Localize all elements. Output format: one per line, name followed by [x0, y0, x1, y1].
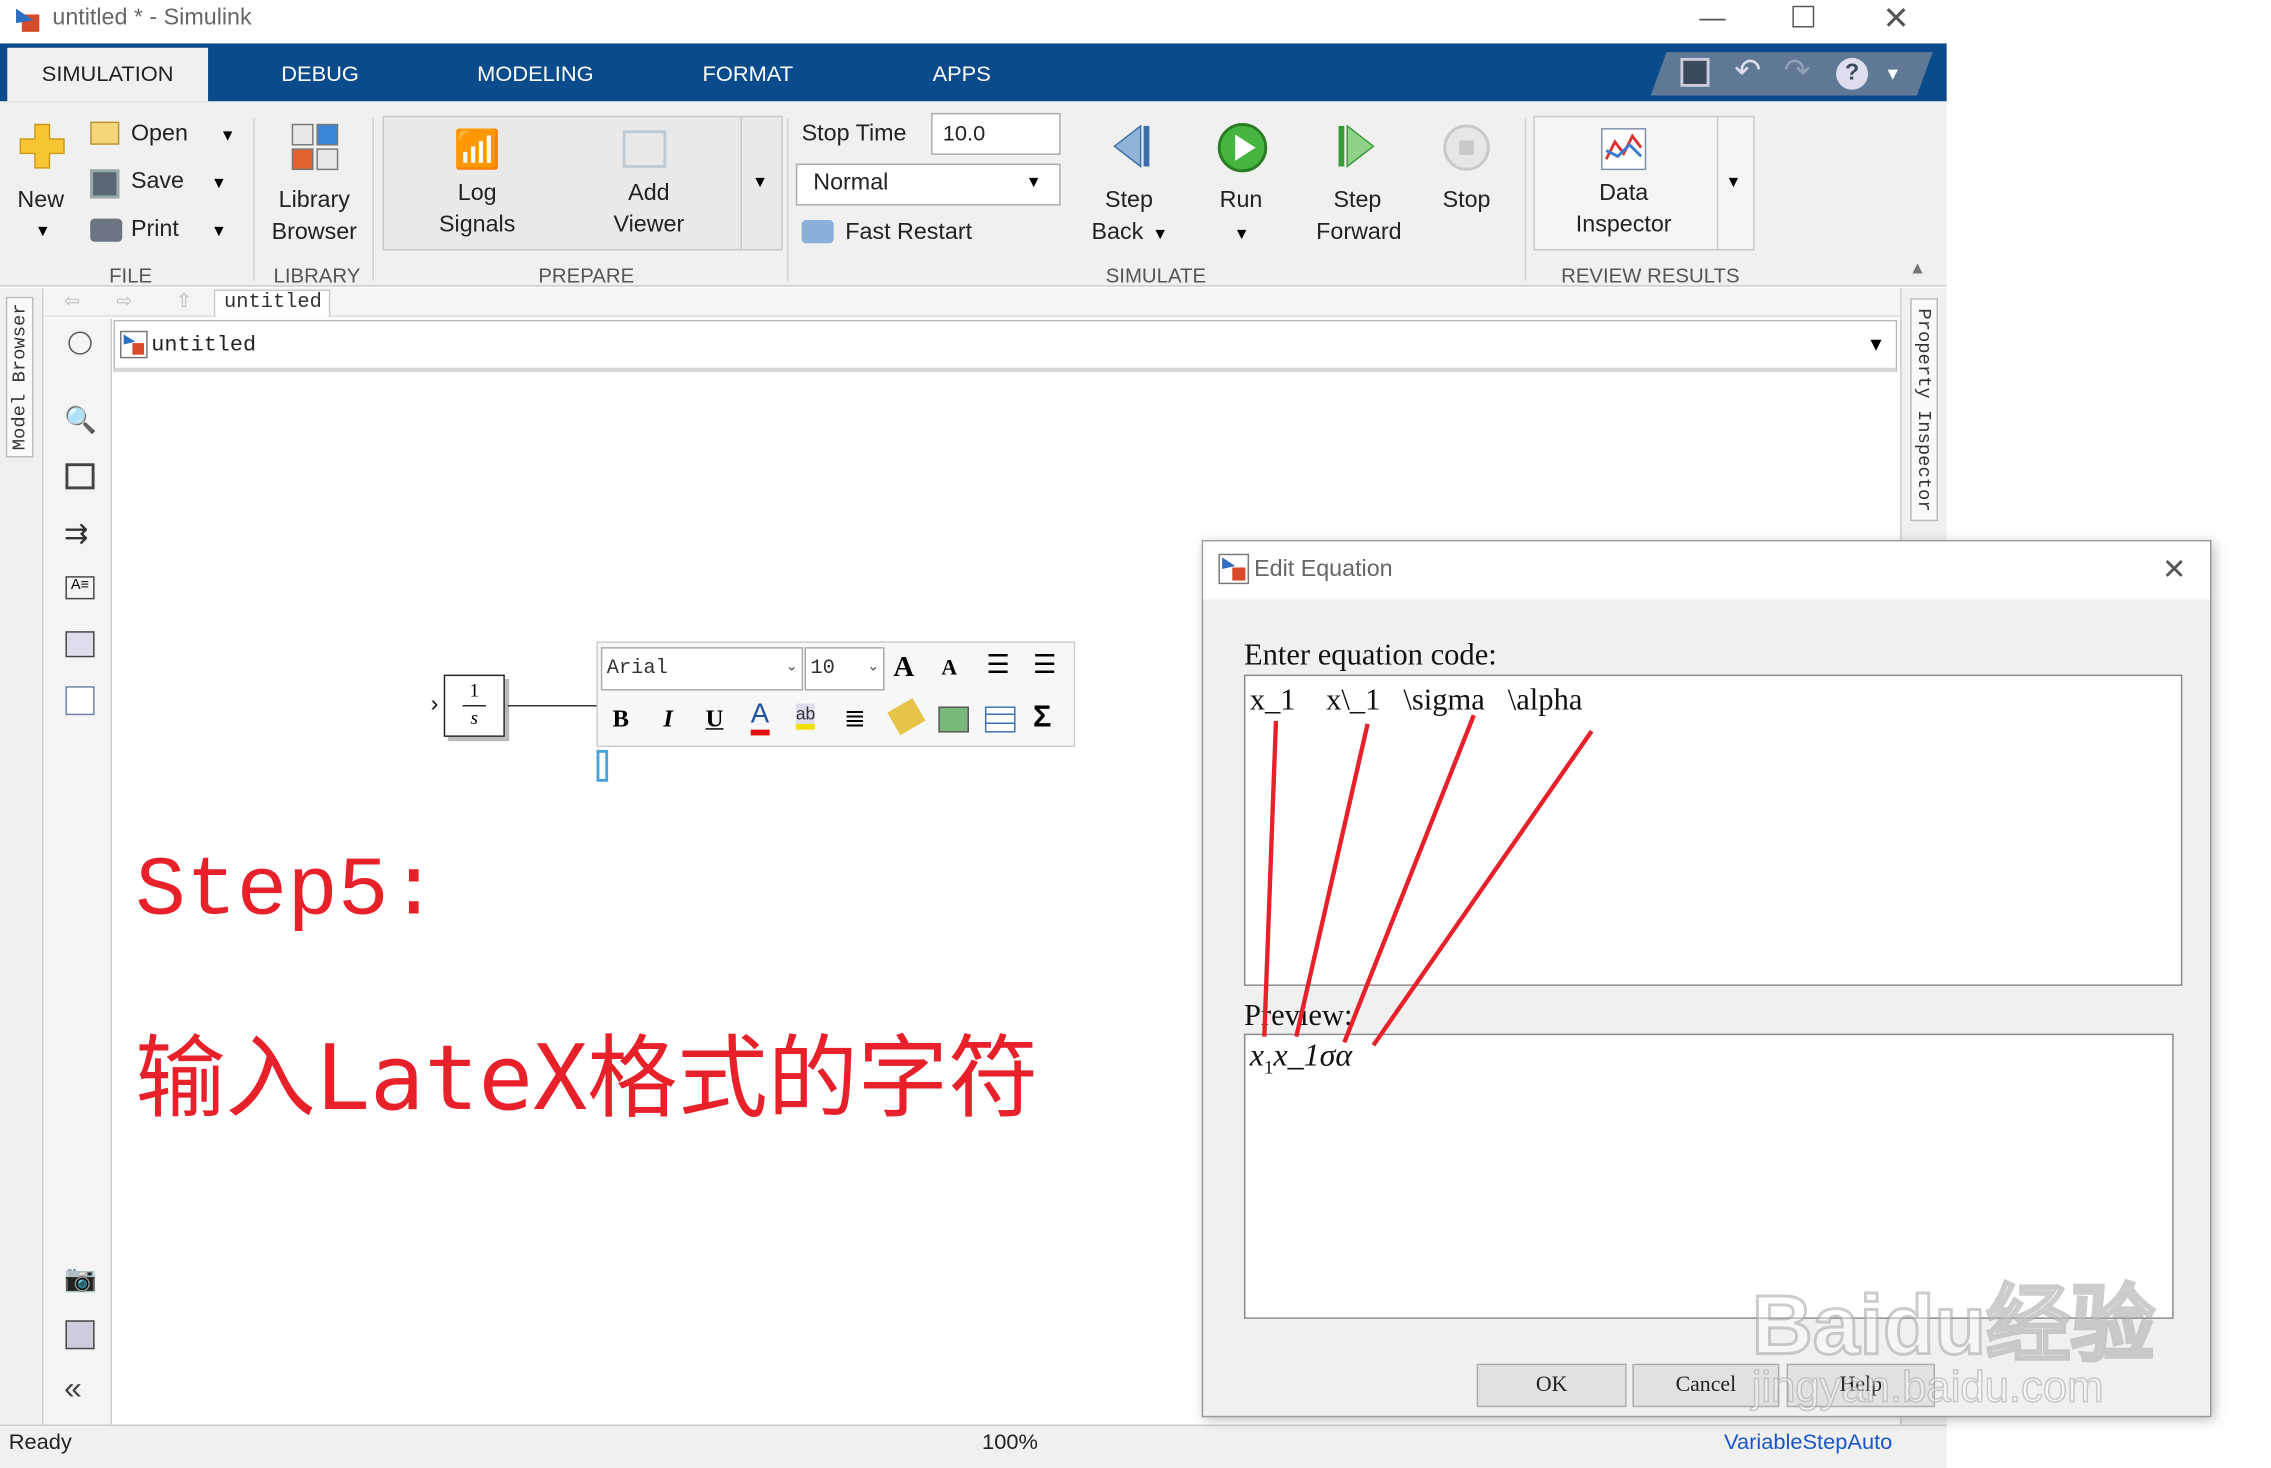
baidu-watermark-logo: Baidu经验	[1750, 1277, 2156, 1374]
pointer-line-x1	[1262, 720, 1279, 1037]
pointer-lines	[1262, 714, 1594, 1047]
baidu-watermark-url: jingyan.baidu.com	[1751, 1363, 2104, 1412]
pointer-line-x-escaped	[1294, 723, 1370, 1038]
